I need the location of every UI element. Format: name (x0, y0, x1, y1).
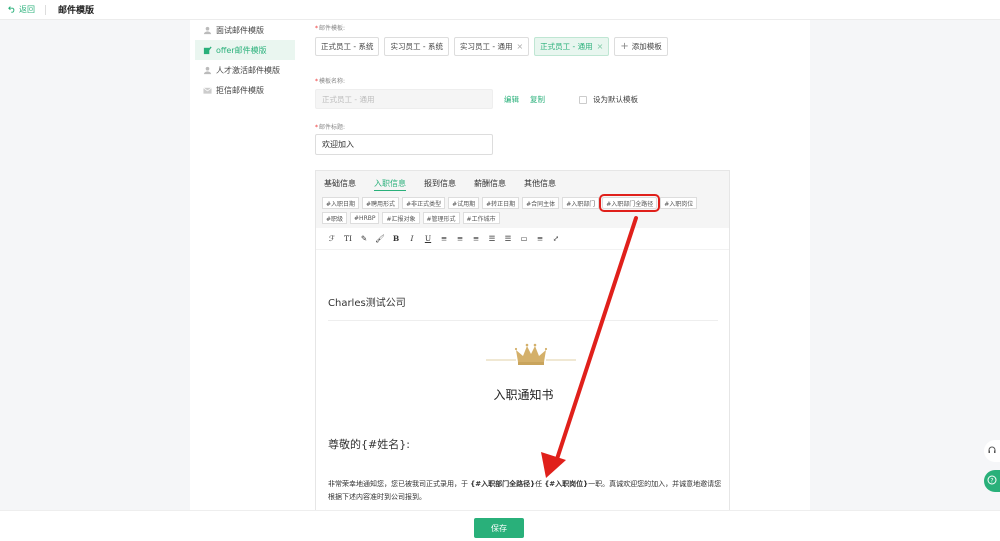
template-chip[interactable]: 实习员工 - 系统 (384, 37, 449, 56)
sidebar-item-label: 拒信邮件模版 (216, 85, 264, 95)
variable-tag[interactable]: #试用期 (448, 197, 480, 209)
underline-icon[interactable]: U (420, 231, 436, 247)
sidebar-item-offer[interactable]: offer邮件模版 (195, 40, 295, 60)
tab-basic-info[interactable]: 基础信息 (324, 171, 356, 195)
help-icon: ? (987, 475, 997, 487)
align-center-icon[interactable]: ≡ (452, 231, 468, 247)
company-name: Charles测试公司 (328, 298, 406, 309)
variable-position: {#入职岗位} (544, 480, 589, 488)
help-button[interactable]: ? (984, 470, 1000, 492)
font-family-icon[interactable]: ℱ (324, 231, 340, 247)
sidebar-item-rejection[interactable]: 拒信邮件模版 (195, 80, 295, 100)
subject-field-label: *邮件标题: (315, 124, 346, 131)
variable-tag[interactable]: #HRBP (350, 212, 380, 224)
variable-tag[interactable]: #管理形式 (422, 212, 460, 224)
template-chip[interactable]: 实习员工 - 通用 × (453, 37, 530, 56)
variable-tag-highlighted[interactable]: #入职部门全路径 (599, 194, 661, 212)
sidebar-item-talent-activation[interactable]: 人才激活邮件模版 (195, 60, 295, 80)
person-icon (203, 66, 212, 75)
tab-onboarding-info[interactable]: 入职信息 (374, 171, 406, 195)
variable-tag[interactable]: #职级 (322, 212, 348, 224)
default-template-checkbox[interactable]: 设为默认模板 (579, 94, 638, 105)
offer-title: 入职通知书 (493, 388, 554, 402)
divider (45, 4, 46, 15)
variable-dept-path: {#入职部门全路径} (470, 480, 536, 488)
italic-icon[interactable]: I (404, 231, 420, 247)
tab-report-info[interactable]: 报到信息 (424, 171, 456, 195)
variable-tag[interactable]: #转正日期 (482, 197, 520, 209)
variable-tag[interactable]: #入职日期 (322, 197, 360, 209)
tab-salary-info[interactable]: 薪酬信息 (474, 171, 506, 195)
variable-tag[interactable]: #入职部门 (562, 197, 600, 209)
add-template-button[interactable]: + 添加模板 (614, 37, 668, 56)
person-icon (203, 26, 212, 35)
content-card: 面试邮件模版 offer邮件模版 人才激活邮件模版 拒信邮件模版 *邮件模板: … (190, 20, 810, 510)
variable-tag[interactable]: #非正式类型 (402, 197, 446, 209)
subject-input[interactable]: 欢迎加入 (315, 134, 493, 155)
brush-icon[interactable]: 🖌 (372, 231, 388, 247)
name-field-label: *模板名称: (315, 78, 346, 85)
variable-tag[interactable]: #入职岗位 (660, 197, 698, 209)
body-paragraph: 非常荣幸地通知您，您已被我司正式录用，于 {#入职部门全路径}任 {#入职岗位}… (328, 480, 722, 501)
variable-tag[interactable]: #汇报对象 (382, 212, 420, 224)
pen-icon[interactable]: ✎ (356, 231, 372, 247)
unordered-list-icon[interactable]: ☰ (500, 231, 516, 247)
back-label: 返回 (19, 5, 35, 14)
editor-content[interactable]: Charles测试公司 入职通知书 尊敬的{#姓名}: 非常荣幸地通知您，您已被… (316, 250, 729, 510)
rich-editor: 基础信息 入职信息 报到信息 薪酬信息 其他信息 #入职日期 #聘用形式 #非正… (315, 170, 730, 510)
image-icon[interactable]: ▭ (516, 231, 532, 247)
variable-tag[interactable]: #聘用形式 (362, 197, 400, 209)
variable-tag[interactable]: #合同主体 (522, 197, 560, 209)
table-icon[interactable]: ≡ (532, 231, 548, 247)
template-chip[interactable]: 正式员工 - 系统 (315, 37, 380, 56)
support-button[interactable] (984, 440, 1000, 462)
bold-icon[interactable]: B (388, 231, 404, 247)
headset-icon (987, 445, 997, 457)
variable-list: #入职日期 #聘用形式 #非正式类型 #试用期 #转正日期 #合同主体 #入职部… (316, 194, 729, 228)
mail-icon (203, 86, 212, 95)
page-title: 邮件模版 (58, 6, 95, 16)
close-icon[interactable]: × (516, 42, 523, 51)
sidebar-item-label: offer邮件模版 (216, 45, 267, 55)
close-icon[interactable]: × (597, 42, 604, 51)
sidebar-item-label: 面试邮件模版 (216, 25, 264, 35)
font-size-icon[interactable]: TI (340, 231, 356, 247)
template-chips: 正式员工 - 系统 实习员工 - 系统 实习员工 - 通用 × 正式员工 - 通用… (315, 37, 668, 56)
crown-icon (486, 340, 576, 370)
align-right-icon[interactable]: ≡ (468, 231, 484, 247)
ordered-list-icon[interactable]: ☰ (484, 231, 500, 247)
divider (328, 320, 718, 321)
back-icon (8, 5, 16, 15)
sidebar-item-label: 人才激活邮件模版 (216, 65, 280, 75)
footer-bar: 保存 (0, 510, 1000, 541)
variable-tabs: 基础信息 入职信息 报到信息 薪酬信息 其他信息 (316, 171, 729, 195)
editor-toolbar: ℱ TI ✎ 🖌 B I U ≡ ≡ ≡ ☰ ☰ ▭ ≡ ⤢ (316, 228, 729, 250)
sidebar: 面试邮件模版 offer邮件模版 人才激活邮件模版 拒信邮件模版 (195, 20, 295, 100)
top-bar: 返回 邮件模版 (0, 0, 1000, 20)
svg-text:?: ? (990, 477, 993, 484)
template-name-input[interactable]: 正式员工 - 通用 (315, 89, 493, 109)
plus-icon: + (620, 41, 629, 52)
checkbox[interactable] (579, 95, 587, 104)
greeting: 尊敬的{#姓名}: (328, 438, 410, 451)
align-left-icon[interactable]: ≡ (436, 231, 452, 247)
edit-link[interactable]: 编辑 (504, 94, 519, 105)
template-field-label: *邮件模板: (315, 25, 346, 32)
sidebar-item-interview[interactable]: 面试邮件模版 (195, 20, 295, 40)
save-button[interactable]: 保存 (474, 518, 524, 538)
back-link[interactable]: 返回 (8, 4, 35, 15)
template-chip-selected[interactable]: 正式员工 - 通用 × (534, 37, 610, 56)
fullscreen-icon[interactable]: ⤢ (548, 231, 564, 247)
edit-doc-icon (203, 45, 212, 55)
variable-tag[interactable]: #工作城市 (462, 212, 500, 224)
copy-link[interactable]: 复制 (530, 94, 545, 105)
tab-other-info[interactable]: 其他信息 (524, 171, 556, 195)
